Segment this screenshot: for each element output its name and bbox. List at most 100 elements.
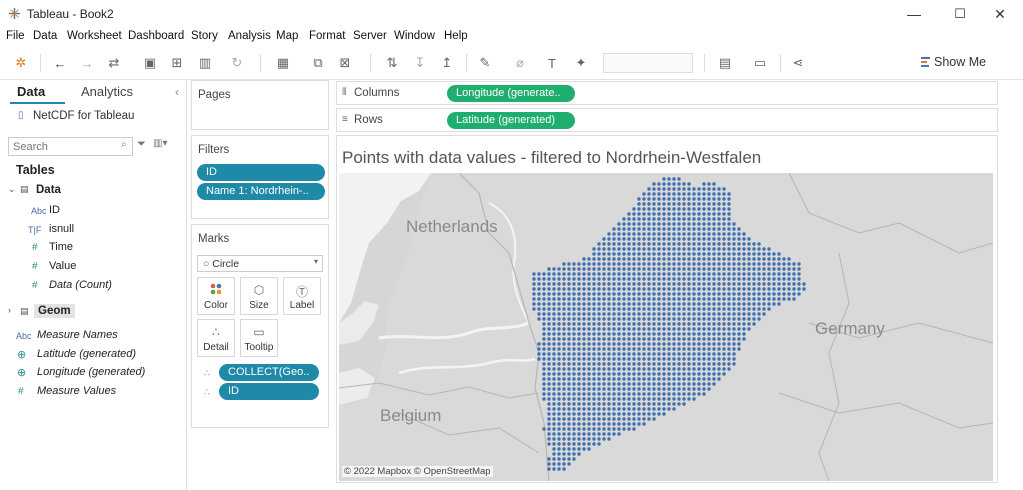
data-point[interactable]	[682, 332, 686, 336]
data-point[interactable]	[597, 267, 601, 271]
data-point[interactable]	[702, 342, 706, 346]
data-point[interactable]	[617, 307, 621, 311]
data-point[interactable]	[662, 192, 666, 196]
data-point[interactable]	[662, 327, 666, 331]
data-point[interactable]	[712, 312, 716, 316]
data-point[interactable]	[687, 352, 691, 356]
data-point[interactable]	[532, 297, 536, 301]
data-point[interactable]	[752, 287, 756, 291]
data-point[interactable]	[672, 352, 676, 356]
data-point[interactable]	[752, 282, 756, 286]
data-point[interactable]	[707, 232, 711, 236]
data-point[interactable]	[572, 447, 576, 451]
data-point[interactable]	[747, 312, 751, 316]
data-point[interactable]	[647, 242, 651, 246]
data-point[interactable]	[697, 312, 701, 316]
data-point[interactable]	[547, 337, 551, 341]
data-point[interactable]	[727, 267, 731, 271]
data-point[interactable]	[652, 247, 656, 251]
data-point[interactable]	[572, 352, 576, 356]
data-point[interactable]	[772, 267, 776, 271]
data-point[interactable]	[657, 397, 661, 401]
data-point[interactable]	[667, 212, 671, 216]
data-point[interactable]	[707, 267, 711, 271]
data-point[interactable]	[572, 282, 576, 286]
data-point[interactable]	[672, 322, 676, 326]
data-point[interactable]	[722, 217, 726, 221]
data-point[interactable]	[652, 397, 656, 401]
data-point[interactable]	[557, 297, 561, 301]
data-point[interactable]	[567, 397, 571, 401]
data-point[interactable]	[567, 387, 571, 391]
data-point[interactable]	[622, 427, 626, 431]
data-point[interactable]	[702, 352, 706, 356]
data-point[interactable]	[637, 277, 641, 281]
data-point[interactable]	[682, 257, 686, 261]
data-point[interactable]	[632, 232, 636, 236]
data-point[interactable]	[567, 437, 571, 441]
data-point[interactable]	[757, 257, 761, 261]
data-point[interactable]	[597, 322, 601, 326]
data-point[interactable]	[562, 267, 566, 271]
data-point[interactable]	[552, 467, 556, 471]
data-point[interactable]	[542, 327, 546, 331]
data-point[interactable]	[572, 397, 576, 401]
data-point[interactable]	[787, 282, 791, 286]
data-point[interactable]	[567, 417, 571, 421]
data-point[interactable]	[622, 297, 626, 301]
data-point[interactable]	[762, 247, 766, 251]
data-point[interactable]	[677, 222, 681, 226]
data-point[interactable]	[592, 432, 596, 436]
data-point[interactable]	[747, 307, 751, 311]
data-point[interactable]	[612, 247, 616, 251]
data-point[interactable]	[602, 427, 606, 431]
data-point[interactable]	[562, 287, 566, 291]
data-point[interactable]	[617, 412, 621, 416]
data-point[interactable]	[637, 332, 641, 336]
data-point[interactable]	[582, 397, 586, 401]
data-point[interactable]	[642, 332, 646, 336]
data-point[interactable]	[582, 377, 586, 381]
data-point[interactable]	[567, 322, 571, 326]
data-point[interactable]	[642, 242, 646, 246]
data-point[interactable]	[707, 332, 711, 336]
data-point[interactable]	[562, 412, 566, 416]
data-point[interactable]	[627, 247, 631, 251]
data-point[interactable]	[612, 392, 616, 396]
data-point[interactable]	[712, 317, 716, 321]
data-point[interactable]	[677, 227, 681, 231]
data-point[interactable]	[717, 192, 721, 196]
data-point[interactable]	[692, 337, 696, 341]
data-point[interactable]	[592, 247, 596, 251]
data-point[interactable]	[642, 347, 646, 351]
data-point[interactable]	[552, 332, 556, 336]
data-point[interactable]	[647, 287, 651, 291]
data-point[interactable]	[537, 352, 541, 356]
data-point[interactable]	[637, 367, 641, 371]
data-point[interactable]	[742, 267, 746, 271]
data-point[interactable]	[667, 242, 671, 246]
data-point[interactable]	[592, 362, 596, 366]
data-point[interactable]	[542, 342, 546, 346]
data-point[interactable]	[592, 267, 596, 271]
data-point[interactable]	[682, 327, 686, 331]
data-point[interactable]	[547, 272, 551, 276]
data-point[interactable]	[632, 207, 636, 211]
data-point[interactable]	[707, 357, 711, 361]
data-point[interactable]	[667, 222, 671, 226]
refresh-icon[interactable]: ↻	[228, 54, 246, 72]
data-point[interactable]	[667, 272, 671, 276]
data-point[interactable]	[567, 447, 571, 451]
data-point[interactable]	[592, 292, 596, 296]
data-point[interactable]	[617, 242, 621, 246]
data-point[interactable]	[602, 292, 606, 296]
data-point[interactable]	[687, 287, 691, 291]
data-point[interactable]	[642, 297, 646, 301]
data-point[interactable]	[607, 272, 611, 276]
data-point[interactable]	[557, 417, 561, 421]
data-point[interactable]	[767, 302, 771, 306]
data-point[interactable]	[577, 352, 581, 356]
data-point[interactable]	[617, 297, 621, 301]
data-point[interactable]	[672, 362, 676, 366]
data-point[interactable]	[742, 297, 746, 301]
